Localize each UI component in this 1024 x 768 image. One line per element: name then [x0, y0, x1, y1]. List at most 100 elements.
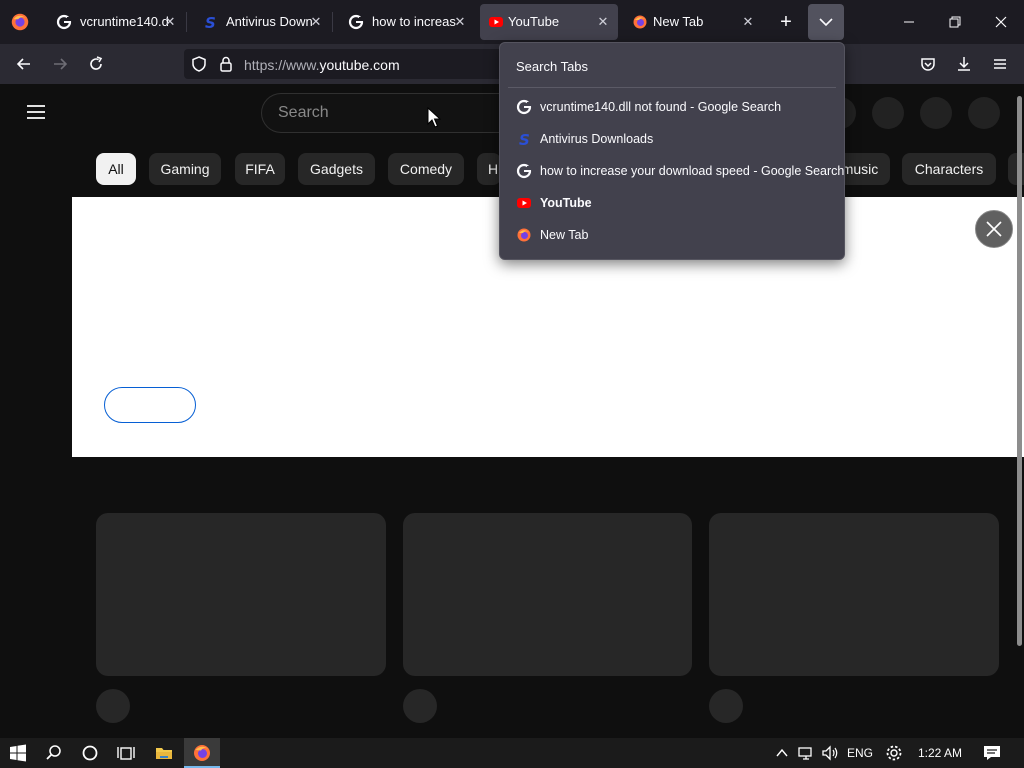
- chip-gaming[interactable]: Gaming: [149, 153, 221, 185]
- restore-button[interactable]: [932, 0, 978, 44]
- notifications-icon[interactable]: [982, 743, 1002, 763]
- tab-separator: [332, 12, 333, 32]
- hamburger-menu-icon[interactable]: [24, 100, 48, 124]
- task-view-icon[interactable]: [116, 743, 136, 763]
- google-g-icon: [516, 99, 532, 115]
- list-all-tabs-button[interactable]: [808, 4, 844, 40]
- minimize-icon: [904, 21, 914, 23]
- firefox-icon: [194, 745, 210, 761]
- chip-all[interactable]: All: [96, 153, 136, 185]
- search-tabs-item[interactable]: Search Tabs: [516, 59, 588, 74]
- input-language[interactable]: ENG: [847, 746, 873, 760]
- tab-title: vcruntime140.dll: [80, 14, 168, 29]
- tab-strip: vcruntime140.dll ✕ S Antivirus Downlo ✕ …: [0, 0, 1024, 44]
- chip-comedy[interactable]: Comedy: [388, 153, 464, 185]
- firefox-icon: [633, 15, 647, 29]
- cortana-icon[interactable]: [80, 743, 100, 763]
- panel-tab-item[interactable]: S Antivirus Downloads: [508, 125, 836, 153]
- url-text[interactable]: https://www.youtube.com: [244, 57, 400, 73]
- tab-title: Antivirus Downlo: [226, 14, 312, 29]
- chip-characters[interactable]: Characters: [902, 153, 996, 185]
- panel-divider: [508, 87, 836, 88]
- channel-avatar-placeholder[interactable]: [709, 689, 743, 723]
- minimize-button[interactable]: [886, 0, 932, 44]
- svg-text:S: S: [205, 14, 216, 30]
- url-domain: youtube.com: [319, 57, 400, 73]
- close-tab-icon[interactable]: ✕: [450, 12, 470, 32]
- url-host: https://www.: [244, 57, 320, 73]
- panel-tab-item[interactable]: New Tab: [508, 221, 836, 249]
- channel-avatar-placeholder[interactable]: [96, 689, 130, 723]
- volume-icon[interactable]: [820, 743, 840, 763]
- close-tab-icon[interactable]: ✕: [593, 12, 613, 32]
- banner-action-button[interactable]: [104, 387, 196, 423]
- download-icon[interactable]: [954, 54, 974, 74]
- google-g-icon: [56, 14, 72, 30]
- close-tab-icon[interactable]: ✕: [160, 12, 180, 32]
- forward-arrow-icon[interactable]: [50, 54, 70, 74]
- video-thumbnail-placeholder[interactable]: [403, 513, 692, 676]
- youtube-icon: [489, 17, 503, 27]
- youtube-icon: [517, 198, 531, 208]
- svg-text:S: S: [519, 131, 530, 147]
- panel-tab-label: vcruntime140.dll not found - Google Sear…: [540, 100, 782, 114]
- page-scrollbar[interactable]: [1017, 96, 1022, 646]
- mouse-cursor-icon: [427, 107, 441, 128]
- list-all-tabs-panel: Search Tabs vcruntime140.dll not found -…: [499, 42, 845, 260]
- lock-icon[interactable]: [218, 55, 234, 73]
- panel-tab-item[interactable]: vcruntime140.dll not found - Google Sear…: [508, 93, 836, 121]
- tab-new-tab[interactable]: New Tab ✕: [620, 4, 760, 40]
- close-tab-icon[interactable]: ✕: [306, 12, 326, 32]
- youtube-search-input[interactable]: Search: [261, 93, 512, 133]
- close-tab-icon[interactable]: ✕: [738, 12, 758, 32]
- channel-avatar-placeholder[interactable]: [403, 689, 437, 723]
- tab-vcruntime[interactable]: vcruntime140.dll ✕: [44, 4, 182, 40]
- chip-fifa[interactable]: FIFA: [235, 153, 285, 185]
- windows-start-icon[interactable]: [8, 743, 28, 763]
- tab-title: New Tab: [653, 14, 704, 29]
- search-icon[interactable]: [44, 743, 64, 763]
- address-bar[interactable]: https://www.youtube.com: [184, 49, 500, 79]
- header-icon-placeholder[interactable]: [968, 97, 1000, 129]
- video-thumbnail-placeholder[interactable]: [709, 513, 999, 676]
- file-explorer-icon[interactable]: [154, 743, 174, 763]
- restore-icon: [949, 16, 961, 28]
- panel-tab-label: YouTube: [540, 196, 592, 210]
- chip-h-partial[interactable]: H: [477, 153, 501, 185]
- panel-tab-item-current[interactable]: YouTube: [508, 189, 836, 217]
- app-menu-icon[interactable]: [990, 54, 1010, 74]
- taskbar-firefox-button[interactable]: [184, 738, 220, 768]
- back-arrow-icon[interactable]: [14, 54, 34, 74]
- chevron-down-icon: [819, 18, 833, 27]
- reload-icon[interactable]: [86, 54, 106, 74]
- tab-separator: [186, 12, 187, 32]
- panel-tab-item[interactable]: how to increase your download speed - Go…: [508, 157, 844, 185]
- windows-taskbar: ENG 1:22 AM: [0, 738, 1024, 768]
- search-placeholder: Search: [278, 104, 329, 121]
- panel-tab-label: New Tab: [540, 228, 589, 242]
- video-thumbnail-placeholder[interactable]: [96, 513, 386, 676]
- shield-icon[interactable]: [190, 55, 208, 73]
- antivirus-s-icon: S: [205, 14, 216, 30]
- network-icon[interactable]: [796, 743, 816, 763]
- firefox-view-icon[interactable]: [8, 11, 32, 33]
- firefox-icon: [517, 228, 531, 242]
- settings-gear-icon[interactable]: [884, 743, 904, 763]
- header-icon-placeholder[interactable]: [920, 97, 952, 129]
- tab-how-to-increase[interactable]: how to increase ✕: [336, 4, 474, 40]
- panel-tab-label: how to increase your download speed - Go…: [540, 164, 845, 178]
- google-g-icon: [516, 163, 532, 179]
- tab-youtube[interactable]: YouTube ✕: [480, 4, 618, 40]
- pocket-icon[interactable]: [918, 54, 938, 74]
- chevron-up-icon[interactable]: [772, 743, 792, 763]
- chip-gadgets[interactable]: Gadgets: [298, 153, 375, 185]
- tab-title: YouTube: [508, 14, 560, 29]
- clock-time[interactable]: 1:22 AM: [918, 746, 962, 760]
- close-window-button[interactable]: [978, 0, 1024, 44]
- new-tab-button[interactable]: +: [774, 10, 798, 34]
- header-icon-placeholder[interactable]: [872, 97, 904, 129]
- banner-close-button[interactable]: [975, 210, 1013, 248]
- close-icon: [986, 221, 1002, 237]
- close-icon: [995, 16, 1007, 28]
- tab-antivirus[interactable]: S Antivirus Downlo ✕: [190, 4, 328, 40]
